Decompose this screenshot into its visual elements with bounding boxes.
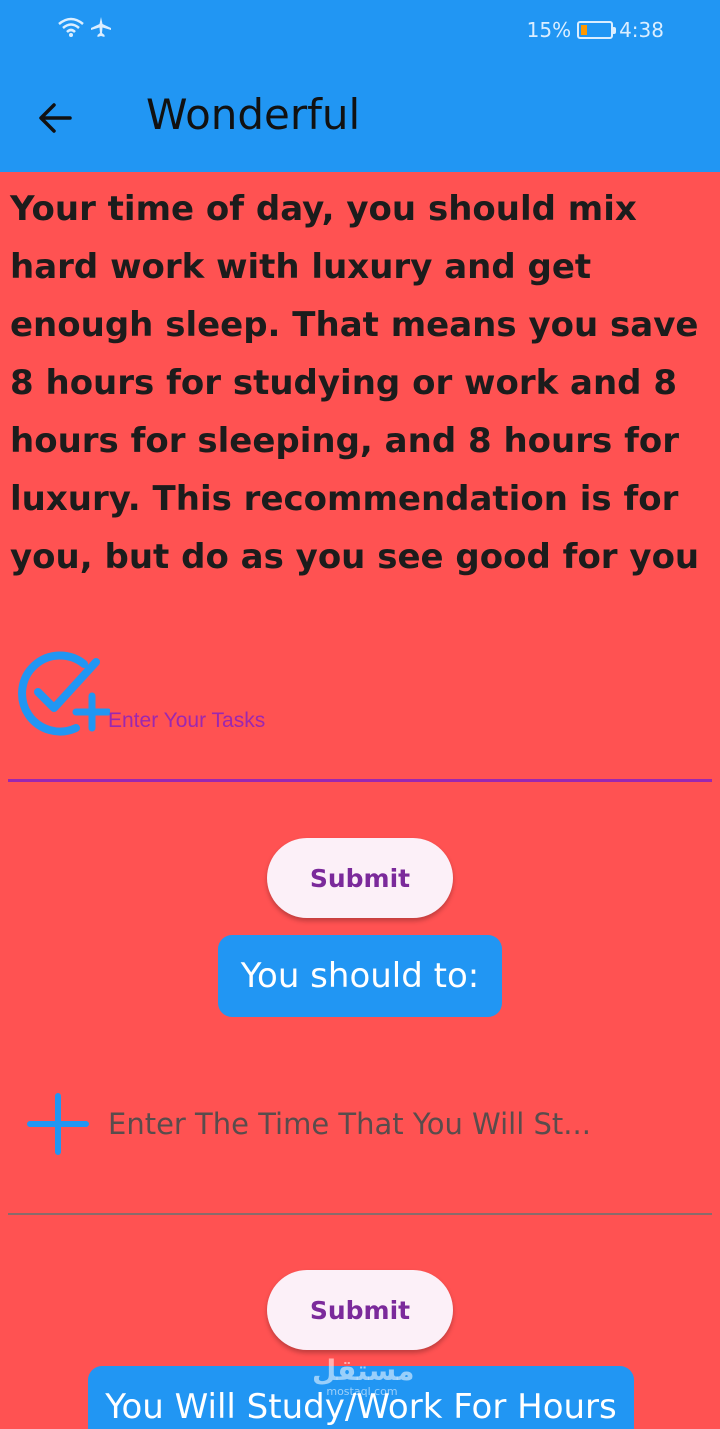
battery-icon — [577, 21, 617, 39]
app-bar: Wonderful — [0, 62, 720, 172]
tasks-result-box: You should to: — [218, 935, 502, 1017]
status-time: 4:38 — [619, 18, 664, 42]
status-icons-left — [58, 16, 112, 38]
check-plus-icon — [18, 651, 110, 736]
plus-icon — [27, 1093, 89, 1155]
submit-time-button[interactable]: Submit — [267, 1270, 453, 1350]
watermark: مستقل mostaql.com — [312, 1354, 415, 1398]
battery-percent: 15% — [526, 18, 572, 42]
recommendation-text: Your time of day, you should mix hard wo… — [10, 189, 700, 577]
status-bar: 15% 4:38 — [0, 0, 720, 62]
wifi-icon — [58, 17, 84, 37]
arrow-left-icon[interactable] — [34, 96, 78, 140]
status-icons-right: 15% 4:38 — [527, 18, 664, 42]
watermark-logo: مستقل — [312, 1354, 415, 1387]
airplane-icon — [91, 17, 111, 37]
page-title: Wonderful — [146, 90, 361, 139]
time-input[interactable] — [108, 1104, 628, 1144]
submit-tasks-button[interactable]: Submit — [267, 838, 453, 918]
watermark-url: mostaql.com — [326, 1385, 398, 1398]
tasks-input[interactable] — [108, 704, 708, 738]
time-input-underline — [8, 1213, 712, 1215]
tasks-input-underline — [8, 779, 712, 782]
